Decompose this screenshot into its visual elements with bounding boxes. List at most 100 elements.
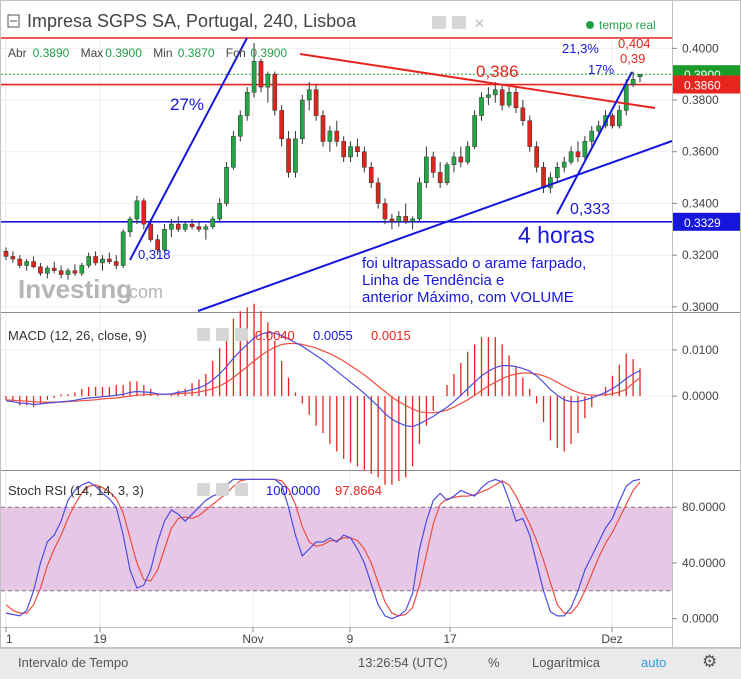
candle-body bbox=[362, 151, 367, 168]
auto-toggle[interactable]: auto bbox=[641, 655, 666, 670]
chart-canvas[interactable]: Investing .com 27% 0,318 0,386 0,333 21,… bbox=[0, 0, 741, 678]
stoch-tick-label: 80.0000 bbox=[682, 500, 726, 514]
ohlc-value: 0.3900 bbox=[105, 46, 142, 60]
candle-body bbox=[527, 120, 533, 147]
annotation-low-318: 0,318 bbox=[138, 247, 171, 262]
annotation-comment-line2: Linha de Tendência e bbox=[362, 272, 504, 289]
candle-body bbox=[169, 223, 174, 230]
clock-readout: 13:26:54 (UTC) bbox=[358, 655, 448, 670]
watermark-suffix: .com bbox=[124, 282, 163, 302]
candle-body bbox=[548, 177, 553, 189]
annotation-comment-line3: anterior Máximo, com VOLUME bbox=[362, 289, 574, 306]
price-tick-label: 0.3200 bbox=[682, 248, 719, 262]
interval-button[interactable]: Intervalo de Tempo bbox=[18, 655, 128, 670]
candle-body bbox=[306, 89, 312, 101]
candle-body bbox=[437, 172, 443, 184]
candle-body bbox=[424, 156, 429, 184]
candle-body bbox=[286, 138, 291, 173]
candle-body bbox=[86, 256, 92, 266]
time-tick-label: 19 bbox=[93, 632, 107, 646]
candle-body bbox=[148, 223, 154, 240]
candle-body bbox=[334, 130, 340, 142]
candle-body bbox=[79, 265, 85, 274]
candle-body bbox=[17, 258, 23, 266]
investing-watermark: Investing .com bbox=[16, 274, 163, 304]
stoch-label: Stoch RSI (14, 14, 3, 3) bbox=[8, 483, 144, 498]
macd-tick-label: 0.0000 bbox=[682, 389, 719, 403]
candle-body bbox=[45, 267, 50, 274]
price-tick-label: 0.3000 bbox=[682, 300, 719, 314]
candle-body bbox=[541, 166, 546, 189]
annotation-pct-213: 21,3% bbox=[562, 41, 599, 56]
stoch-value-2: 97.8664 bbox=[335, 483, 382, 498]
settings-gear-icon[interactable]: ⚙ bbox=[702, 652, 717, 672]
candle-body bbox=[389, 218, 395, 222]
candle-body bbox=[231, 135, 236, 168]
candle-body bbox=[499, 89, 505, 106]
macd-value-1: 0.0040 bbox=[255, 328, 295, 343]
candle-body bbox=[38, 266, 43, 274]
candle-body bbox=[272, 73, 278, 111]
candle-body bbox=[472, 115, 477, 147]
candle-body bbox=[382, 203, 388, 220]
candle-body bbox=[403, 216, 409, 222]
candle-body bbox=[513, 92, 519, 109]
candle-body bbox=[458, 156, 464, 163]
macd-tick-label: 0.0100 bbox=[682, 343, 719, 357]
candle-body bbox=[348, 146, 353, 158]
candle-body bbox=[617, 110, 622, 127]
annotation-level-404: 0,404 bbox=[618, 36, 651, 51]
macd-eye-icon[interactable] bbox=[197, 328, 210, 341]
candle-body bbox=[534, 146, 539, 168]
candle-body bbox=[31, 261, 36, 268]
candle-body bbox=[175, 223, 181, 230]
candle-body bbox=[623, 84, 629, 111]
candle-body bbox=[589, 130, 595, 142]
macd-settings-icon[interactable] bbox=[216, 328, 229, 341]
candle-body bbox=[293, 138, 298, 173]
candle-body bbox=[237, 115, 243, 137]
annotation-level-333: 0,333 bbox=[570, 201, 610, 218]
candle-body bbox=[575, 151, 581, 158]
settings-icon[interactable] bbox=[452, 16, 466, 29]
candle-body bbox=[189, 223, 195, 227]
candle-body bbox=[265, 73, 271, 88]
candle-body bbox=[355, 146, 360, 152]
macd-close-icon[interactable] bbox=[235, 328, 248, 341]
candle-body bbox=[320, 115, 326, 142]
time-tick-label: 9 bbox=[347, 632, 354, 646]
candle-body bbox=[203, 226, 209, 230]
ohlc-value: 0.3890 bbox=[33, 46, 70, 60]
candle-body bbox=[465, 146, 471, 163]
close-icon[interactable]: ✕ bbox=[474, 16, 485, 31]
macd-label: MACD (12, 26, close, 9) bbox=[8, 328, 147, 343]
ohlc-label: Max bbox=[81, 46, 104, 60]
candle-body bbox=[258, 61, 264, 88]
stoch-band bbox=[1, 507, 672, 591]
annotation-4-horas: 4 horas bbox=[518, 222, 595, 248]
candle-body bbox=[479, 97, 484, 116]
candle-body bbox=[244, 92, 250, 116]
log-toggle[interactable]: Logarítmica bbox=[532, 655, 600, 670]
ohlc-label: Fch bbox=[226, 46, 246, 60]
candle-body bbox=[410, 218, 415, 222]
candle-body bbox=[486, 94, 491, 98]
candle-body bbox=[368, 166, 374, 184]
candle-body bbox=[375, 182, 381, 204]
candle-body bbox=[210, 218, 216, 227]
stoch-close-icon[interactable] bbox=[235, 483, 248, 496]
candle-body bbox=[10, 256, 16, 260]
candle-body bbox=[141, 200, 147, 225]
candle-body bbox=[279, 110, 284, 140]
candle-body bbox=[72, 270, 78, 274]
ohlc-label: Abr bbox=[8, 46, 27, 60]
percent-toggle[interactable]: % bbox=[488, 655, 500, 670]
eye-icon[interactable] bbox=[432, 16, 446, 29]
candle-body bbox=[568, 151, 574, 163]
ohlc-label: Min bbox=[153, 46, 172, 60]
candle-body bbox=[506, 92, 512, 106]
stoch-eye-icon[interactable] bbox=[197, 483, 210, 496]
stoch-settings-icon[interactable] bbox=[216, 483, 229, 496]
time-tick-label: 1 bbox=[6, 632, 13, 646]
candle-body bbox=[630, 79, 636, 85]
